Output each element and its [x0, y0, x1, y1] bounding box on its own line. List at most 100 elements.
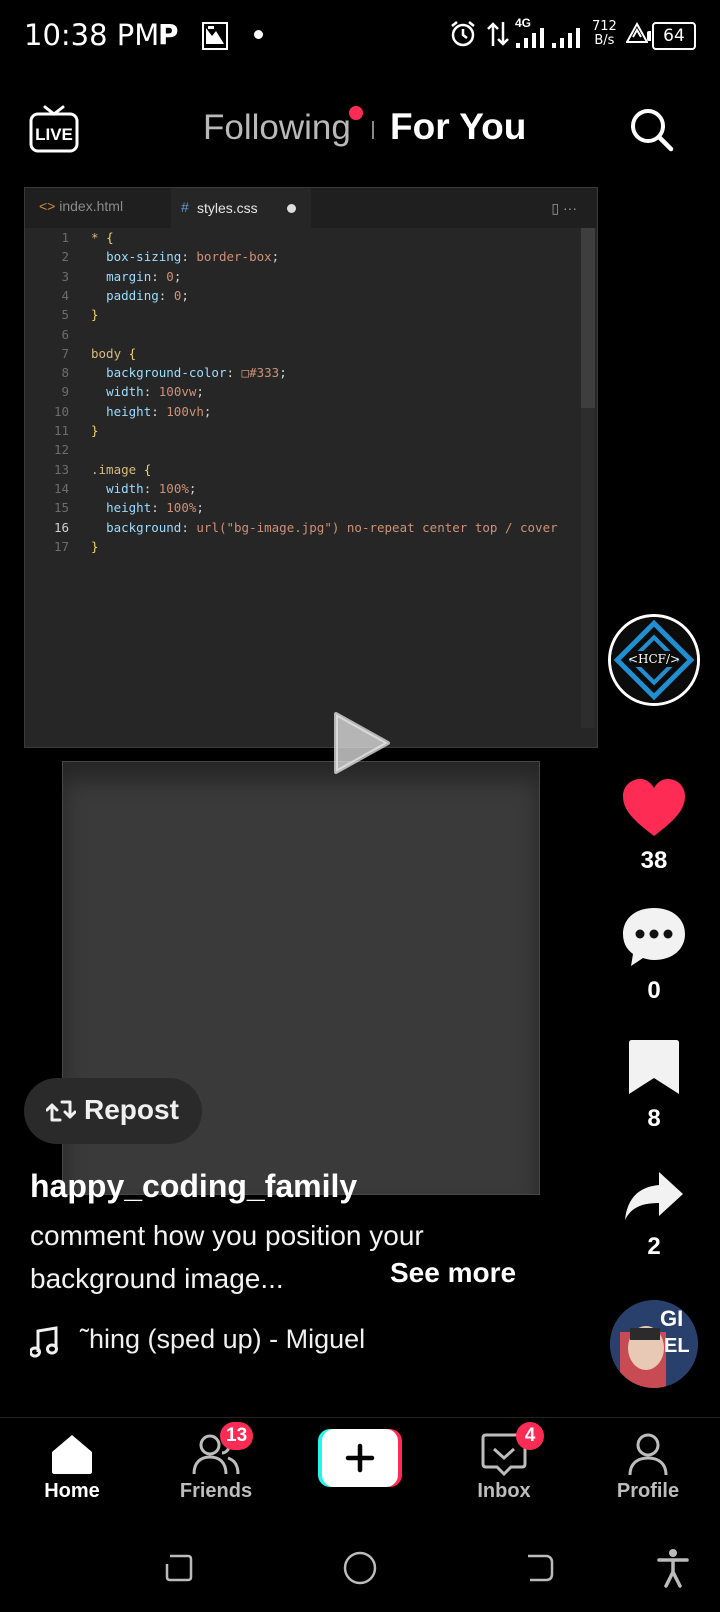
code-text: * {	[91, 230, 114, 245]
like-button[interactable]: 38	[610, 778, 698, 875]
line-number: 11	[53, 423, 69, 438]
svg-text:EL: EL	[664, 1335, 690, 1357]
line-number: 15	[53, 500, 69, 516]
live-label: LIVE	[35, 125, 73, 144]
line-number: 12	[53, 442, 69, 458]
nav-profile[interactable]: Profile	[588, 1418, 708, 1521]
line-number: 13	[53, 461, 69, 477]
warning-icon	[626, 22, 648, 43]
see-more-link[interactable]: See more	[390, 1257, 516, 1289]
share-icon	[625, 1172, 683, 1220]
recent-apps-icon[interactable]	[162, 1552, 194, 1584]
network-speed: 712 B/s	[592, 19, 617, 48]
code-line: 8 background-color: □#333;	[25, 363, 286, 383]
nav-friends[interactable]: 13 Friends	[156, 1418, 276, 1521]
code-text: body {	[91, 345, 137, 361]
live-icon[interactable]: LIVE	[28, 104, 80, 154]
play-icon[interactable]	[332, 710, 392, 776]
code-line: 6	[25, 325, 91, 345]
code-line: 17}	[25, 537, 99, 557]
creator-avatar[interactable]: <HCF/>	[608, 614, 700, 706]
home-icon	[52, 1435, 92, 1474]
video-player[interactable]: <> index.html # styles.css ▯ ··· 1 * { 2 b…	[24, 187, 598, 748]
code-text: width: 100%;	[106, 480, 197, 496]
comment-button[interactable]: 0	[610, 906, 698, 1005]
data-transfer-icon	[487, 22, 509, 46]
nav-inbox[interactable]: 4 Inbox	[444, 1418, 564, 1521]
repost-label: Repost	[84, 1094, 179, 1125]
search-icon[interactable]	[628, 106, 674, 152]
html-file-icon: <>	[39, 198, 56, 214]
code-text: margin: 0;	[106, 268, 182, 284]
save-count: 8	[647, 1105, 661, 1132]
svg-text:GI: GI	[660, 1306, 683, 1331]
code-line: 14 width: 100%;	[25, 479, 196, 499]
code-text: .image {	[91, 461, 152, 477]
code-editor: 1 * {2 box-sizing: border-box; 3 margin: 0…	[25, 226, 570, 731]
share-count: 2	[647, 1233, 661, 1260]
code-text: width: 100vw;	[106, 384, 204, 400]
code-line: 7 body {	[25, 344, 136, 364]
line-number: 14	[53, 480, 69, 496]
nav-home[interactable]: Home	[12, 1418, 132, 1521]
line-number: 2	[61, 249, 69, 265]
editor-tab-bar: <> index.html # styles.css ▯ ···	[25, 188, 597, 228]
code-line: 1 * {	[25, 228, 114, 248]
editor-tab-styles-css: # styles.css	[171, 188, 311, 228]
tab-for-you[interactable]: For You	[390, 106, 526, 148]
code-line: 15 height: 100%;	[25, 498, 204, 518]
p-app-icon: P	[158, 18, 179, 51]
code-line: 2 box-sizing: border-box;	[25, 247, 279, 267]
code-line: 13 .image {	[25, 460, 151, 480]
creator-username[interactable]: happy_coding_family	[30, 1168, 357, 1205]
line-number: 5	[61, 307, 69, 323]
split-editor-icon: ▯ ···	[551, 200, 577, 216]
music-track[interactable]: ˜hing (sped up) - Miguel	[80, 1324, 365, 1355]
repost-icon	[46, 1100, 76, 1122]
profile-icon	[628, 1433, 668, 1476]
back-icon[interactable]	[524, 1552, 556, 1584]
following-notification-dot	[349, 106, 363, 120]
friends-badge: 13	[220, 1422, 254, 1450]
comment-icon	[623, 908, 685, 966]
share-button[interactable]: 2	[610, 1170, 698, 1261]
code-text: height: 100%;	[106, 500, 204, 516]
repost-button[interactable]: Repost	[24, 1078, 202, 1144]
code-text: }	[91, 423, 99, 438]
battery-level: 64	[647, 22, 696, 50]
code-text: padding: 0;	[106, 287, 189, 303]
like-count: 38	[640, 847, 668, 874]
music-disc[interactable]: GI EL	[610, 1300, 698, 1388]
accessibility-icon[interactable]	[656, 1548, 690, 1588]
inbox-badge: 4	[516, 1422, 544, 1450]
nav-friends-label: Friends	[179, 1480, 253, 1502]
comment-count: 0	[647, 977, 661, 1004]
music-note-icon	[30, 1326, 58, 1358]
css-file-icon: #	[181, 199, 189, 215]
signal-strength-icon	[516, 28, 544, 48]
code-text: box-sizing: border-box;	[106, 249, 280, 265]
line-number: 17	[53, 538, 69, 554]
line-number: 6	[61, 326, 69, 342]
line-number: 4	[61, 287, 69, 303]
line-number: 1	[61, 230, 69, 245]
album-art-icon: GI EL	[610, 1300, 698, 1388]
unsaved-dot-icon	[287, 204, 296, 213]
bookmark-icon	[629, 1040, 679, 1094]
nav-inbox-label: Inbox	[477, 1480, 531, 1502]
tab-divider	[372, 121, 374, 139]
code-line: 3 margin: 0;	[25, 267, 181, 287]
line-number: 3	[61, 268, 69, 284]
save-button[interactable]: 8	[610, 1038, 698, 1133]
create-plus-icon[interactable]	[318, 1429, 402, 1489]
code-text: background: url("bg-image.jpg") no-repea…	[106, 519, 558, 535]
heart-icon	[623, 779, 685, 836]
status-bar: 10:38 PM P 4G 712 B/s 64	[0, 0, 720, 72]
code-text: }	[91, 538, 99, 554]
editor-scroll-thumb	[581, 228, 595, 408]
tab-following[interactable]: Following	[203, 108, 351, 148]
home-system-icon[interactable]	[342, 1550, 378, 1586]
system-navigation-bar	[0, 1520, 720, 1612]
editor-tab-index-html: <> index.html	[39, 198, 124, 214]
status-time: 10:38 PM	[24, 18, 160, 52]
